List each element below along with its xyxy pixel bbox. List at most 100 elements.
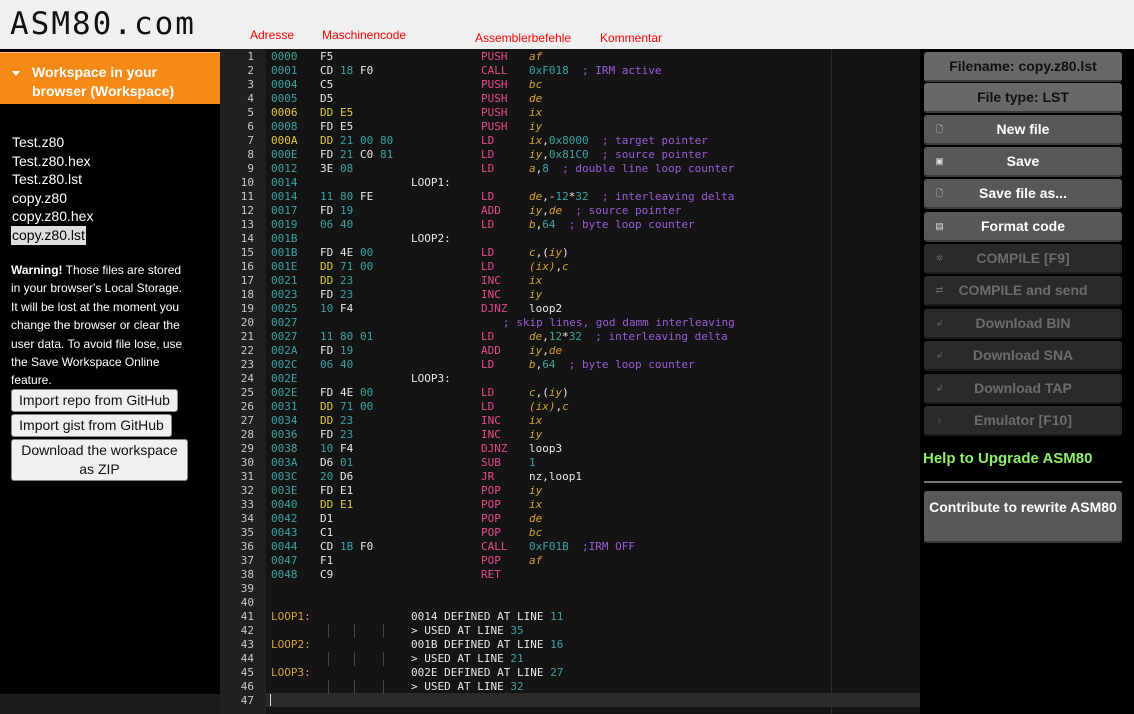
- machine-byte: FD: [320, 120, 334, 133]
- machine-byte: 11: [320, 190, 334, 203]
- line-number: 44: [240, 652, 254, 665]
- download-tap-button: ↲ Download TAP: [924, 374, 1122, 404]
- line-number: 25: [240, 386, 254, 399]
- operand: ,: [555, 260, 563, 273]
- machine-byte: 06: [320, 218, 334, 231]
- line-number: 42: [240, 624, 254, 637]
- machine-byte: 23: [340, 288, 354, 301]
- address: 000A: [271, 134, 298, 147]
- operand: b: [529, 218, 536, 231]
- logo[interactable]: ASM80.com: [10, 3, 196, 45]
- import-repo-button[interactable]: Import repo from GitHub: [11, 389, 178, 412]
- machine-byte: 71: [340, 260, 354, 273]
- machine-byte: 40: [340, 218, 354, 231]
- operand: ,: [535, 358, 543, 371]
- address: 002C: [271, 358, 298, 371]
- format-code-button[interactable]: ▤ Format code: [924, 212, 1122, 242]
- machine-byte: 00: [360, 246, 374, 259]
- mnemonic: POP: [481, 554, 501, 567]
- operand: iy: [529, 484, 543, 497]
- mnemonic: LD: [481, 134, 495, 147]
- operand: iy: [529, 428, 543, 441]
- line-number: 32: [240, 484, 254, 497]
- mnemonic: LD: [481, 330, 495, 343]
- code-line: 32 003E FD E1 POP iy: [220, 484, 920, 498]
- line-number: 40: [240, 596, 254, 609]
- operand: ,(: [535, 246, 549, 259]
- line-number: 15: [240, 246, 254, 259]
- operand: 0xF018: [529, 64, 569, 77]
- machine-byte: 10: [320, 302, 334, 315]
- new-file-button[interactable]: 🗋 New file: [924, 115, 1122, 145]
- machine-byte: F4: [340, 302, 354, 315]
- file-item[interactable]: Test.z80.hex: [11, 152, 92, 171]
- file-item[interactable]: Test.z80: [11, 133, 65, 152]
- address: 0017: [271, 204, 298, 217]
- code-editor[interactable]: 1 0000 F5 PUSH af 2 0001 CD 18 F0 CALL 0xF018; IRM …: [220, 49, 920, 714]
- code-line: 37 0047 F1 POP af: [220, 554, 920, 568]
- emulator-f10-button: ♁ Emulator [F10]: [924, 406, 1122, 436]
- line-number: 37: [240, 554, 254, 567]
- file-item[interactable]: copy.z80.hex: [11, 207, 94, 226]
- operand: iy: [548, 386, 563, 399]
- file-list: Test.z80 Test.z80.hex Test.z80.lst copy.z80…: [0, 133, 220, 245]
- symbol-name: LOOP2:: [271, 638, 311, 651]
- machine-byte: FD: [320, 386, 334, 399]
- download-zip-button[interactable]: Download the workspace as ZIP: [11, 439, 188, 481]
- line-number: 8: [247, 148, 254, 161]
- line-number: 4: [247, 92, 254, 105]
- symbol-name: LOOP1:: [271, 610, 311, 623]
- address: 0005: [271, 92, 298, 105]
- operand: iy: [529, 120, 543, 133]
- contribute-button[interactable]: Contribute to rewrite ASM80: [924, 491, 1122, 543]
- machine-byte: DD: [320, 260, 334, 273]
- operand: 0xF01B: [529, 540, 569, 553]
- line-number: 38: [240, 568, 254, 581]
- operand: ix: [529, 414, 543, 427]
- address: 0004: [271, 78, 298, 91]
- workspace-panel: Workspace in your browser (Workspace) Te…: [0, 49, 220, 714]
- mnemonic: LD: [481, 260, 495, 273]
- operand: (ix): [529, 400, 556, 413]
- workspace-header[interactable]: Workspace in your browser (Workspace): [0, 52, 220, 104]
- operand: a: [529, 162, 536, 175]
- code-line: 18 0023 FD 23 INC iy: [220, 288, 920, 302]
- line-number: 11: [240, 190, 254, 203]
- operand: iy: [529, 148, 543, 161]
- code-line: 43 LOOP2: 001B DEFINED AT LINE 16: [220, 638, 920, 652]
- help-upgrade-link[interactable]: Help to Upgrade ASM80: [923, 450, 1092, 467]
- mnemonic: PUSH: [481, 92, 508, 105]
- operand: ,: [535, 162, 543, 175]
- line-number: 39: [240, 582, 254, 595]
- save-button[interactable]: ▣ Save: [924, 147, 1122, 177]
- address: 001E: [271, 260, 298, 273]
- machine-byte: 23: [340, 414, 354, 427]
- machine-byte: D5: [320, 92, 334, 105]
- address: 0042: [271, 512, 298, 525]
- mnemonic: DJNZ: [481, 302, 508, 315]
- line-number: 43: [240, 638, 254, 651]
- code-line: 30 003A D6 01 SUB 1: [220, 456, 920, 470]
- code-line: 20 0027 ; skip lines, god damm interleavin…: [220, 316, 920, 330]
- machine-byte: FD: [320, 428, 334, 441]
- operand: iy: [529, 344, 543, 357]
- button-label: Format code: [980, 218, 1065, 234]
- file-item[interactable]: Test.z80.lst: [11, 170, 83, 189]
- machine-byte: 19: [340, 344, 354, 357]
- code-line: 5 0006 DD E5 PUSH ix: [220, 106, 920, 120]
- file-item[interactable]: copy.z80: [11, 189, 68, 208]
- address: 0001: [271, 64, 298, 77]
- code-comment: ;IRM OFF: [582, 540, 635, 553]
- code-line: 25 002E FD 4E 00 LD c ,(iy): [220, 386, 920, 400]
- save-file-as-button[interactable]: 🗋 Save file as...: [924, 179, 1122, 209]
- line-number: 12: [240, 204, 254, 217]
- code-line: 33 0040 DD E1 POP ix: [220, 498, 920, 512]
- file-item[interactable]: copy.z80.lst: [11, 225, 86, 245]
- machine-byte: 23: [340, 274, 354, 287]
- code-line: 8 000E FD 21 C0 81 LD iy, 0x81C0 ; source pointer: [220, 148, 920, 162]
- annotation-assembler: Assemblerbefehle: [475, 31, 572, 45]
- operand: de: [529, 330, 543, 343]
- operand: ,: [542, 330, 549, 343]
- code-line: 45 LOOP3: 002E DEFINED AT LINE 27: [220, 666, 920, 680]
- import-gist-button[interactable]: Import gist from GitHub: [11, 414, 172, 437]
